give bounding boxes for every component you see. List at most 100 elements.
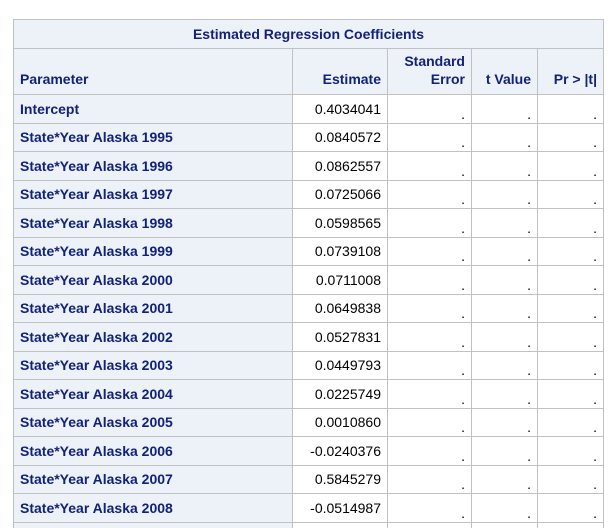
row-t-value: . bbox=[471, 350, 538, 380]
regression-coefficients-table: Estimated Regression Coefficients Parame… bbox=[13, 19, 604, 528]
row-pr-t: . bbox=[537, 407, 604, 437]
row-standard-error: . bbox=[387, 208, 472, 238]
table-row: State*Year Alaska 2003 0.0449793 . . . bbox=[13, 350, 604, 380]
row-t-value: . bbox=[471, 322, 538, 352]
row-parameter: Intercept bbox=[13, 94, 293, 124]
table-row: Intercept 0.4034041 . . . bbox=[13, 94, 604, 124]
row-pr-t: . bbox=[537, 293, 604, 323]
row-parameter: State*Year Alaska 2008 bbox=[13, 493, 293, 523]
column-header-t-value: t Value bbox=[471, 48, 538, 95]
row-parameter: State*Year Alaska 2002 bbox=[13, 322, 293, 352]
row-pr-t: . bbox=[537, 350, 604, 380]
row-t-value: . bbox=[471, 436, 538, 466]
row-pr-t: . bbox=[537, 179, 604, 209]
row-t-value: . bbox=[471, 493, 538, 523]
column-header-parameter: Parameter bbox=[13, 48, 293, 95]
row-standard-error: . bbox=[387, 94, 472, 124]
row-pr-t: . bbox=[537, 493, 604, 523]
row-pr-t: . bbox=[537, 122, 604, 152]
row-standard-error: . bbox=[387, 179, 472, 209]
row-parameter: State*Year Alaska 2006 bbox=[13, 436, 293, 466]
row-estimate: -0.0514987 bbox=[292, 493, 388, 523]
row-parameter: State*Year Alaska 1999 bbox=[13, 236, 293, 266]
row-estimate: 0.0527831 bbox=[292, 322, 388, 352]
row-parameter: State*Year Alaska 2003 bbox=[13, 350, 293, 380]
row-estimate: 0.0862557 bbox=[292, 151, 388, 181]
row-pr-t: . bbox=[537, 208, 604, 238]
row-estimate: 0.0649838 bbox=[292, 293, 388, 323]
row-pr-t: . bbox=[537, 265, 604, 295]
row-estimate: 0.0598565 bbox=[292, 208, 388, 238]
row-estimate: 0.0711008 bbox=[292, 265, 388, 295]
table-row: State*Year Alaska 1995 0.0840572 . . . bbox=[13, 122, 604, 152]
row-t-value: . bbox=[471, 265, 538, 295]
row-estimate: 0.0225749 bbox=[292, 379, 388, 409]
row-t-value: . bbox=[471, 293, 538, 323]
row-pr-t: . bbox=[537, 322, 604, 352]
row-parameter: State*Year Alaska 1998 bbox=[13, 208, 293, 238]
row-standard-error: . bbox=[387, 379, 472, 409]
row-estimate: 0.0739108 bbox=[292, 236, 388, 266]
table-title: Estimated Regression Coefficients bbox=[13, 19, 604, 49]
row-t-value: . bbox=[471, 236, 538, 266]
table-row: State*Year Alaska 2005 0.0010860 . . . bbox=[13, 407, 604, 437]
table-row: State*Year Alaska 2002 0.0527831 . . . bbox=[13, 322, 604, 352]
row-standard-error: . bbox=[387, 407, 472, 437]
table-row: State*Year Alaska 1999 0.0739108 . . . bbox=[13, 236, 604, 266]
table-row: State*Year Alaska 1997 0.0725066 . . . bbox=[13, 179, 604, 209]
row-standard-error: . bbox=[387, 350, 472, 380]
table-row: State*Year Alaska 1996 0.0862557 . . . bbox=[13, 151, 604, 181]
column-header-pr-t: Pr > |t| bbox=[537, 48, 604, 95]
row-parameter: State*Year Alaska 2001 bbox=[13, 293, 293, 323]
row-t-value: . bbox=[471, 94, 538, 124]
table-row: State*Year Alaska 1998 0.0598565 . . . bbox=[13, 208, 604, 238]
row-estimate: 0.4034041 bbox=[292, 94, 388, 124]
row-standard-error: . bbox=[387, 151, 472, 181]
row-standard-error: . bbox=[387, 293, 472, 323]
row-standard-error: . bbox=[387, 464, 472, 494]
table-row: State*Year Alaska 2006 -0.0240376 . . . bbox=[13, 436, 604, 466]
row-parameter: State*Year Alaska 2007 bbox=[13, 464, 293, 494]
row-t-value: . bbox=[471, 379, 538, 409]
row-pr-t: . bbox=[537, 94, 604, 124]
row-standard-error: . bbox=[387, 436, 472, 466]
row-t-value: . bbox=[471, 122, 538, 152]
row-pr-t: . bbox=[537, 436, 604, 466]
row-t-value: . bbox=[471, 464, 538, 494]
column-header-standard-error-line1: Standard bbox=[404, 53, 465, 69]
row-estimate: 0.0449793 bbox=[292, 350, 388, 380]
row-pr-t: . bbox=[537, 151, 604, 181]
row-standard-error: . bbox=[387, 265, 472, 295]
table-row: State*Year Alaska 2000 0.0711008 . . . bbox=[13, 265, 604, 295]
regression-table-container: Estimated Regression Coefficients Parame… bbox=[13, 19, 604, 528]
column-header-estimate: Estimate bbox=[292, 48, 388, 95]
row-pr-t: . bbox=[537, 464, 604, 494]
row-standard-error: . bbox=[387, 236, 472, 266]
row-standard-error: . bbox=[387, 493, 472, 523]
row-estimate: -0.0240376 bbox=[292, 436, 388, 466]
row-t-value: . bbox=[471, 151, 538, 181]
row-t-value: . bbox=[471, 179, 538, 209]
row-estimate: 0.0840572 bbox=[292, 122, 388, 152]
table-row: State*Year Alaska 2004 0.0225749 . . . bbox=[13, 379, 604, 409]
row-parameter: State*Year Alaska 1997 bbox=[13, 179, 293, 209]
row-parameter: State*Year Alaska 2004 bbox=[13, 379, 293, 409]
row-estimate: 0.5845279 bbox=[292, 464, 388, 494]
table-row: State*Year Alaska 2008 -0.0514987 . . . bbox=[13, 493, 604, 523]
table-row: State*Year Alaska 2007 0.5845279 . . . bbox=[13, 464, 604, 494]
column-header-standard-error-line2: Error bbox=[430, 71, 465, 87]
row-parameter: State*Year Alaska 1996 bbox=[13, 151, 293, 181]
row-t-value: . bbox=[471, 208, 538, 238]
row-parameter: State*Year Alaska 2005 bbox=[13, 407, 293, 437]
row-pr-t: . bbox=[537, 379, 604, 409]
row-standard-error: . bbox=[387, 322, 472, 352]
row-parameter: State*Year Alaska 2000 bbox=[13, 265, 293, 295]
row-standard-error: . bbox=[387, 122, 472, 152]
row-parameter: State*Year Alaska 1995 bbox=[13, 122, 293, 152]
column-header-standard-error: Standard Error bbox=[387, 48, 472, 95]
table-body: Intercept 0.4034041 . . . State*Year Ala… bbox=[13, 94, 604, 528]
table-row-partial bbox=[13, 521, 604, 528]
row-estimate: 0.0010860 bbox=[292, 407, 388, 437]
row-estimate: 0.0725066 bbox=[292, 179, 388, 209]
row-pr-t: . bbox=[537, 236, 604, 266]
